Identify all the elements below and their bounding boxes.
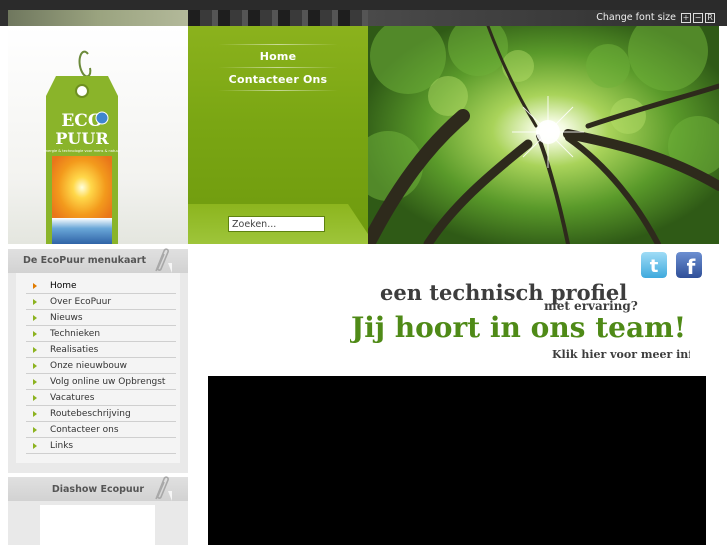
nav-item-contact[interactable]: Contacteer Ons (228, 73, 328, 86)
forest-header-image (368, 26, 719, 244)
arrow-right-icon (33, 331, 37, 337)
sidebar-item-over-ecopuur[interactable]: Over EcoPuur (26, 294, 176, 310)
main-nav: Home Contacteer Ons (188, 26, 368, 244)
sidebar-item-vacatures[interactable]: Vacatures (26, 390, 176, 406)
sidebar-item-nieuws[interactable]: Nieuws (26, 310, 176, 326)
sidebar-item-opbrengst[interactable]: Volg online uw Opbrengst (26, 374, 176, 390)
arrow-right-icon (33, 427, 37, 433)
font-size-label: Change font size (596, 12, 676, 23)
recruitment-banner[interactable]: een technisch profiel met ervaring? Jij … (350, 272, 690, 364)
nav-item-home[interactable]: Home (228, 50, 328, 63)
sidebar-item-label: Technieken (50, 329, 101, 339)
arrow-right-icon (33, 315, 37, 321)
logo-area: ECO PUUR energie & technologie voor mens… (8, 26, 188, 244)
font-size-controls: Change font size + − R (596, 11, 715, 24)
sidebar-item-label: Links (50, 441, 74, 451)
arrow-right-icon (33, 363, 37, 369)
arrow-right-icon (33, 411, 37, 417)
arrow-right-icon (33, 283, 37, 289)
font-increase-button[interactable]: + (681, 12, 691, 23)
arrow-right-icon (33, 443, 37, 449)
nav-divider (218, 44, 338, 45)
sidebar-menu-header: De EcoPuur menukaart (8, 248, 188, 273)
page: Change font size + − R ECO PUUR energie … (0, 0, 727, 545)
slideshow-box: Diashow Ecopuur (8, 476, 188, 545)
ecopuur-logo[interactable]: ECO PUUR energie & technologie voor mens… (42, 46, 126, 244)
sidebar-item-label: Over EcoPuur (50, 297, 112, 307)
search-input[interactable] (228, 216, 325, 232)
arrow-right-icon (33, 299, 37, 305)
sidebar-item-nieuwbouw[interactable]: Onze nieuwbouw (26, 358, 176, 374)
banner-line-info: Klik hier voor meer info (552, 348, 690, 361)
arrow-right-icon (33, 379, 37, 385)
sidebar-menu: De EcoPuur menukaart Home Over EcoPuur N… (8, 248, 188, 473)
sidebar-item-contacteer[interactable]: Contacteer ons (26, 422, 176, 438)
font-decrease-button[interactable]: − (693, 12, 703, 23)
sidebar-item-realisaties[interactable]: Realisaties (26, 342, 176, 358)
sidebar-item-routebeschrijving[interactable]: Routebeschrijving (26, 406, 176, 422)
arrow-right-icon (33, 347, 37, 353)
sidebar-item-label: Home (50, 281, 77, 291)
paperclip-icon (155, 248, 172, 273)
sidebar-menu-title: De EcoPuur menukaart (23, 255, 146, 266)
logo-tagline: energie & technologie voor mens & natuur (44, 149, 121, 153)
slideshow-header: Diashow Ecopuur (8, 476, 188, 501)
font-reset-button[interactable]: R (705, 12, 715, 23)
sidebar-item-label: Volg online uw Opbrengst (50, 377, 166, 387)
strip-mid (188, 10, 368, 26)
top-bar (0, 0, 727, 10)
sidebar-item-label: Onze nieuwbouw (50, 361, 128, 371)
sidebar-item-label: Routebeschrijving (50, 409, 131, 419)
nav-divider (218, 90, 338, 91)
nav-divider (218, 67, 338, 68)
strip-left (8, 10, 188, 26)
sidebar-item-links[interactable]: Links (26, 438, 176, 454)
sidebar-item-label: Contacteer ons (50, 425, 119, 435)
sidebar-item-label: Vacatures (50, 393, 95, 403)
banner-line-team: Jij hoort in ons team! (350, 311, 686, 344)
sidebar-item-label: Nieuws (50, 313, 83, 323)
logo-text-puur: PUUR (55, 129, 109, 148)
sidebar-item-label: Realisaties (50, 345, 99, 355)
video-player[interactable] (208, 376, 706, 545)
paperclip-icon (155, 476, 172, 501)
sidebar-item-home[interactable]: Home (26, 278, 176, 294)
sidebar-item-technieken[interactable]: Technieken (26, 326, 176, 342)
arrow-right-icon (33, 395, 37, 401)
sidebar-menu-list: Home Over EcoPuur Nieuws Technieken Real… (16, 273, 180, 463)
slideshow-image[interactable] (40, 505, 155, 545)
